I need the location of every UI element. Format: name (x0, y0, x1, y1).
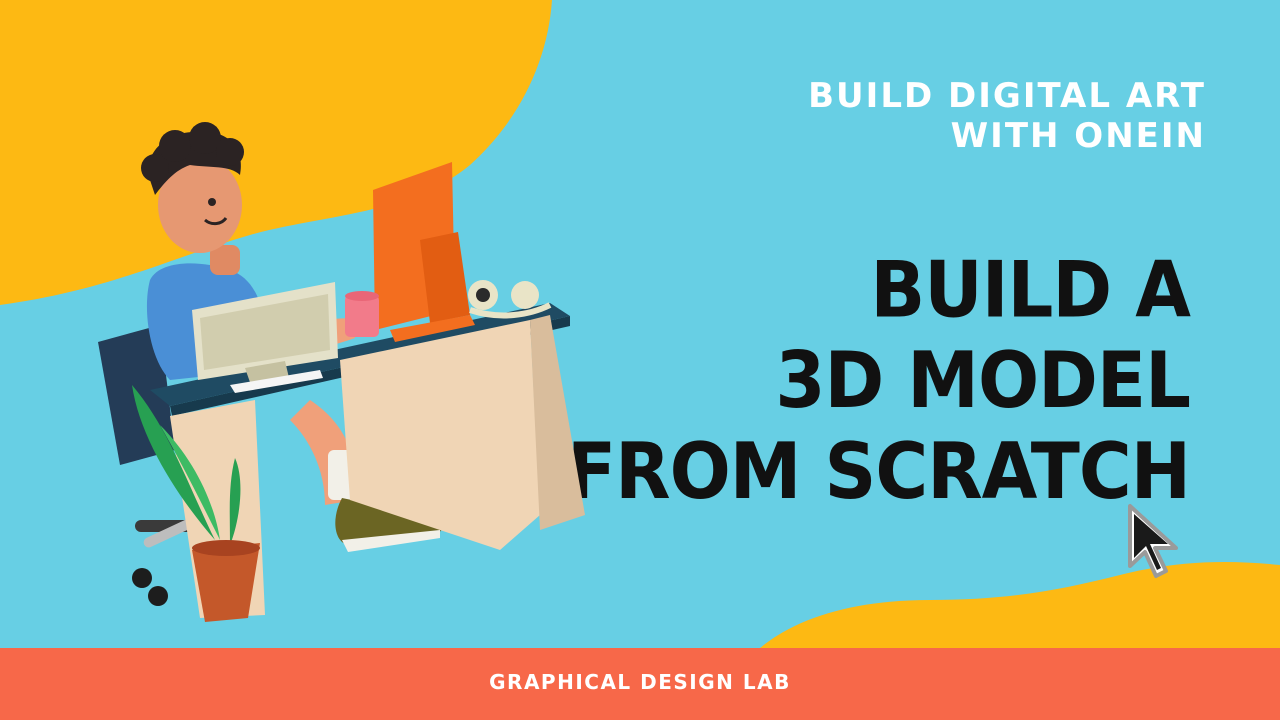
headline-line-3: FROM SCRATCH (566, 425, 1191, 517)
subtitle-line-2: WITH ONEIN (950, 116, 1206, 156)
subtitle-line-1: BUILD DIGITAL ART (808, 76, 1206, 116)
arrow-cursor-icon (1128, 504, 1178, 578)
footer-label: GRAPHICAL DESIGN LAB (489, 670, 791, 694)
person-at-desk-illustration (98, 122, 585, 622)
bottom-right-yellow-blob (760, 562, 1280, 648)
headline: BUILD A 3D MODEL FROM SCRATCH (550, 244, 1191, 517)
subtitle: BUILD DIGITAL ART WITH ONEIN (686, 76, 1206, 156)
headline-line-1: BUILD A (870, 244, 1191, 335)
headline-line-2: 3D MODEL (775, 334, 1191, 426)
footer-band: GRAPHICAL DESIGN LAB (0, 648, 1280, 720)
